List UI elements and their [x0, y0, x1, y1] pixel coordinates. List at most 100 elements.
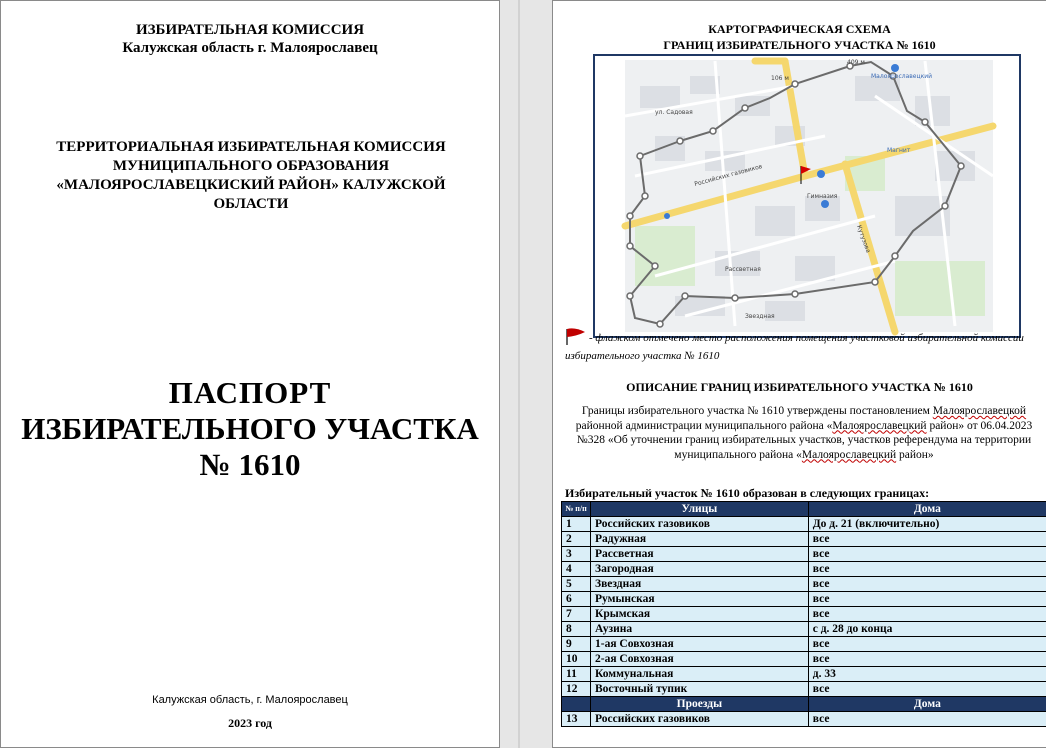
row-number: 1: [561, 516, 591, 532]
passages-header-row: Проезды Дома: [561, 696, 1046, 712]
row-street: Радужная: [590, 531, 809, 547]
right-page: КАРТОГРАФИЧЕСКАЯ СХЕМА ГРАНИЦ ИЗБИРАТЕЛЬ…: [552, 0, 1046, 748]
table-row: 3 Рассветная все: [561, 546, 1046, 562]
table-row: 5 Звездная все: [561, 576, 1046, 592]
territorial-commission-title: ТЕРРИТОРИАЛЬНАЯ ИЗБИРАТЕЛЬНАЯ КОМИССИЯ М…: [21, 138, 481, 214]
map-label-poi-1: Малоярославецкий: [871, 73, 932, 80]
row-street: 2-ая Совхозная: [590, 651, 809, 667]
table-header-row: № п/п Улицы Дома: [561, 501, 1046, 517]
map-title-line-2: ГРАНИЦ ИЗБИРАТЕЛЬНОГО УЧАСТКА № 1610: [663, 38, 936, 52]
desc-part-1: Границы избирательного участка № 1610 ут…: [581, 405, 933, 417]
row-street: 1-ая Совхозная: [590, 636, 809, 652]
map-title: КАРТОГРАФИЧЕСКАЯ СХЕМА ГРАНИЦ ИЗБИРАТЕЛЬ…: [553, 21, 1046, 53]
flag-legend-text: - флажком отмечено место расположения по…: [565, 332, 1024, 362]
row-number: 2: [561, 531, 591, 547]
row-number: 12: [561, 681, 591, 697]
row-number: 10: [561, 651, 591, 667]
row-number: 13: [561, 711, 591, 727]
passport-line-2: ИЗБИРАТЕЛЬНОГО УЧАСТКА: [21, 411, 479, 446]
district-map: 409 м 106 м Малоярославецкий Гимназия Ма…: [593, 54, 1021, 338]
passages-num-header: [561, 696, 591, 712]
passport-title: ПАСПОРТ ИЗБИРАТЕЛЬНОГО УЧАСТКА № 1610: [1, 375, 499, 483]
row-number: 8: [561, 621, 591, 637]
row-number: 4: [561, 561, 591, 577]
row-houses: все: [807, 531, 1046, 547]
row-street: Рассветная: [590, 546, 809, 562]
footer-year: 2023 год: [228, 716, 272, 730]
row-street: Звездная: [590, 576, 809, 592]
col-streets-header: Улицы: [590, 501, 809, 517]
col-num-header: № п/п: [561, 501, 591, 517]
footer-city: Калужская область, г. Малоярославец: [152, 694, 348, 706]
row-street: Крымская: [590, 606, 809, 622]
row-houses: все: [807, 681, 1046, 697]
flag-legend: - флажком отмечено место расположения по…: [565, 327, 1043, 363]
table-row: 12 Восточный тупик все: [561, 681, 1046, 697]
row-houses: д. 33: [807, 666, 1046, 682]
map-label-street-4: Звездная: [745, 313, 775, 320]
table-body: 1 Российских газовиков До д. 21 (включител…: [561, 516, 1046, 727]
map-label-poi-3: Магнит: [887, 147, 911, 154]
map-label-distance-1: 409 м: [847, 59, 865, 66]
desc-part-2: районной администрации муниципального ра…: [575, 419, 833, 432]
passages-header: Проезды: [590, 696, 809, 712]
row-houses: все: [807, 636, 1046, 652]
row-houses: До д. 21 (включительно): [807, 516, 1046, 532]
desc-word-2: Малоярославецкий: [832, 419, 927, 432]
passages-houses-header: Дома: [807, 696, 1046, 712]
row-street: Российских газовиков: [590, 711, 809, 727]
territorial-line-4: ОБЛАСТИ: [213, 196, 289, 212]
row-number: 9: [561, 636, 591, 652]
map-label-distance-2: 106 м: [771, 75, 789, 82]
row-houses: с д. 28 до конца: [807, 621, 1046, 637]
table-row: 8 Аузина с д. 28 до конца: [561, 621, 1046, 637]
desc-part-4: район»: [896, 448, 934, 461]
col-houses-header: Дома: [807, 501, 1046, 517]
commission-header: ИЗБИРАТЕЛЬНАЯ КОМИССИЯ Калужская область…: [1, 21, 499, 57]
map-image: 409 м 106 м Малоярославецкий Гимназия Ма…: [595, 56, 1019, 336]
territorial-line-1: ТЕРРИТОРИАЛЬНАЯ ИЗБИРАТЕЛЬНАЯ КОМИССИЯ: [56, 139, 446, 155]
row-street: Восточный тупик: [590, 681, 809, 697]
table-intro: Избирательный участок № 1610 образован в…: [565, 486, 930, 500]
territorial-line-3: «МАЛОЯРОСЛАВЕЦКИСКИЙ РАЙОН» КАЛУЖСКОЙ: [56, 177, 446, 193]
desc-word-3: Малоярославецкий: [801, 448, 897, 461]
row-number: 11: [561, 666, 591, 682]
commission-title: ИЗБИРАТЕЛЬНАЯ КОМИССИЯ: [135, 22, 365, 38]
row-number: 5: [561, 576, 591, 592]
table-row: 4 Загородная все: [561, 561, 1046, 577]
row-houses: все: [807, 606, 1046, 622]
commission-location: Калужская область г. Малоярославец: [122, 40, 378, 56]
map-label-poi-2: Гимназия: [807, 193, 838, 200]
table-row: 7 Крымская все: [561, 606, 1046, 622]
row-street: Загородная: [590, 561, 809, 577]
left-page: ИЗБИРАТЕЛЬНАЯ КОМИССИЯ Калужская область…: [0, 0, 500, 748]
row-houses: все: [807, 561, 1046, 577]
row-street: Российских газовиков: [590, 516, 809, 532]
row-houses: все: [807, 576, 1046, 592]
table-row: 11 Коммунальная д. 33: [561, 666, 1046, 682]
boundaries-table: № п/п Улицы Дома 1 Российских газовиков До…: [561, 501, 1046, 727]
table-row: 13 Российских газовиков все: [561, 711, 1046, 727]
row-houses: все: [807, 591, 1046, 607]
desc-word-1: Малоярославецкой: [932, 405, 1027, 417]
row-number: 3: [561, 546, 591, 562]
row-street: Румынская: [590, 591, 809, 607]
table-row: 1 Российских газовиков До д. 21 (включител…: [561, 516, 1046, 532]
description-title: ОПИСАНИЕ ГРАНИЦ ИЗБИРАТЕЛЬНОГО УЧАСТКА №…: [626, 380, 973, 394]
row-street: Коммунальная: [590, 666, 809, 682]
map-title-line-1: КАРТОГРАФИЧЕСКАЯ СХЕМА: [708, 22, 891, 36]
row-number: 7: [561, 606, 591, 622]
table-row: 2 Радужная все: [561, 531, 1046, 547]
map-label-street-3: Рассветная: [725, 266, 761, 273]
row-number: 6: [561, 591, 591, 607]
table-row: 6 Румынская все: [561, 591, 1046, 607]
row-houses: все: [807, 651, 1046, 667]
passport-line-1: ПАСПОРТ: [168, 375, 332, 410]
row-houses: все: [807, 546, 1046, 562]
territorial-line-2: МУНИЦИПАЛЬНОГО ОБРАЗОВАНИЯ: [112, 158, 390, 174]
row-street: Аузина: [590, 621, 809, 637]
row-houses: все: [807, 711, 1046, 727]
passport-line-3: № 1610: [199, 447, 301, 482]
description-text: Границы избирательного участка № 1610 ут…: [563, 404, 1045, 462]
table-row: 9 1-ая Совхозная все: [561, 636, 1046, 652]
